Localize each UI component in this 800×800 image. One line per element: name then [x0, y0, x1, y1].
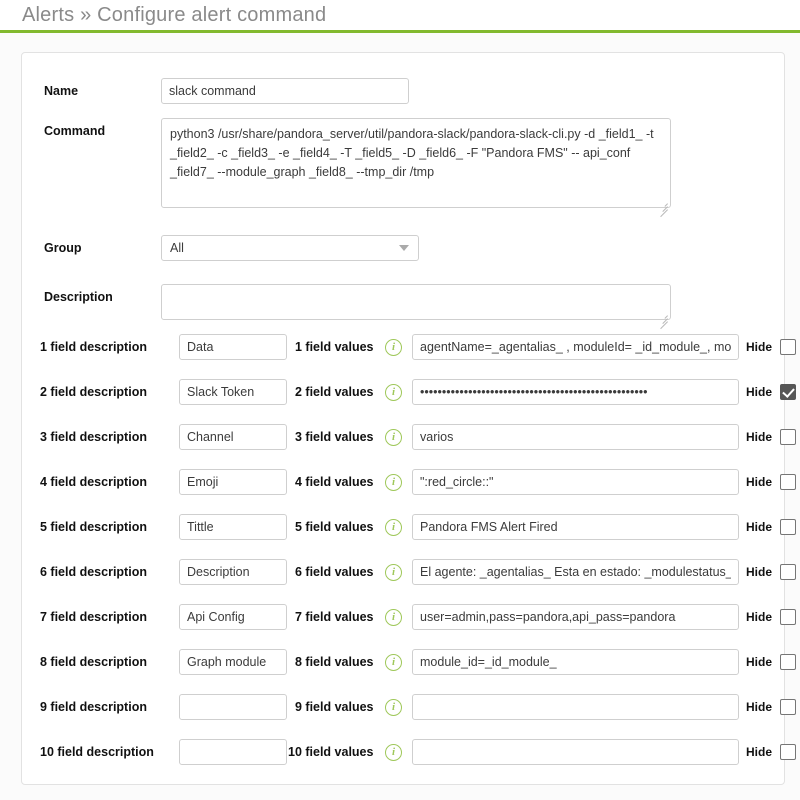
hide-checkbox[interactable] [780, 699, 796, 715]
field-value-input[interactable] [412, 649, 739, 675]
field-description-label: 1 field description [40, 340, 147, 354]
group-label: Group [44, 241, 82, 255]
field-description-label: 3 field description [40, 430, 147, 444]
field-description-label: 7 field description [40, 610, 147, 624]
field-values-label: 7 field values [295, 610, 374, 624]
info-icon[interactable]: i [385, 699, 402, 716]
field-values-label: 10 field values [288, 745, 374, 759]
field-values-label: 2 field values [295, 385, 374, 399]
field-description-label: 4 field description [40, 475, 147, 489]
field-row: 5 field description 5 field values i Hide [40, 514, 796, 544]
name-label: Name [44, 84, 79, 98]
field-row: 7 field description 7 field values i Hide [40, 604, 796, 634]
hide-label: Hide [746, 385, 773, 399]
field-description-input[interactable] [179, 559, 287, 585]
field-values-label: 4 field values [295, 475, 374, 489]
description-row: Description [44, 284, 671, 330]
info-icon[interactable]: i [385, 564, 402, 581]
hide-label: Hide [746, 430, 773, 444]
info-icon[interactable]: i [385, 384, 402, 401]
name-row: Name [44, 78, 409, 104]
info-icon[interactable]: i [385, 654, 402, 671]
hide-checkbox[interactable] [780, 429, 796, 445]
info-icon[interactable]: i [385, 519, 402, 536]
hide-checkbox[interactable] [780, 654, 796, 670]
field-values-label: 3 field values [295, 430, 374, 444]
field-row: 3 field description 3 field values i Hide [40, 424, 796, 454]
field-description-input[interactable] [179, 694, 287, 720]
field-row: 2 field description 2 field values i Hide [40, 379, 796, 409]
field-description-input[interactable] [179, 469, 287, 495]
field-description-label: 8 field description [40, 655, 147, 669]
page-title: Alerts » Configure alert command [22, 3, 327, 26]
field-values-label: 6 field values [295, 565, 374, 579]
field-description-input[interactable] [179, 334, 287, 360]
description-label: Description [44, 290, 113, 304]
field-description-label: 5 field description [40, 520, 147, 534]
page-header: Alerts » Configure alert command [0, 0, 800, 33]
info-icon[interactable]: i [385, 744, 402, 761]
hide-label: Hide [746, 655, 773, 669]
chevron-down-icon [399, 245, 409, 251]
field-values-label: 9 field values [295, 700, 374, 714]
description-textarea-wrap [161, 284, 671, 330]
hide-checkbox[interactable] [780, 744, 796, 760]
field-row: 10 field description 10 field values i Hide [40, 739, 796, 769]
field-value-input[interactable] [412, 424, 739, 450]
field-value-input[interactable] [412, 514, 739, 540]
hide-label: Hide [746, 745, 773, 759]
field-values-label: 1 field values [295, 340, 374, 354]
info-icon[interactable]: i [385, 429, 402, 446]
hide-checkbox[interactable] [780, 519, 796, 535]
hide-checkbox[interactable] [780, 609, 796, 625]
field-values-label: 8 field values [295, 655, 374, 669]
command-textarea[interactable]: python3 /usr/share/pandora_server/util/p… [161, 118, 671, 208]
field-row: 6 field description 6 field values i Hide [40, 559, 796, 589]
name-input[interactable] [161, 78, 409, 104]
field-row: 8 field description 8 field values i Hide [40, 649, 796, 679]
field-value-input[interactable] [412, 694, 739, 720]
field-description-input[interactable] [179, 649, 287, 675]
field-description-input[interactable] [179, 604, 287, 630]
info-icon[interactable]: i [385, 474, 402, 491]
field-description-label: 10 field description [40, 745, 154, 759]
field-description-input[interactable] [179, 424, 287, 450]
field-description-input[interactable] [179, 514, 287, 540]
field-values-label: 5 field values [295, 520, 374, 534]
field-value-input[interactable] [412, 559, 739, 585]
info-icon[interactable]: i [385, 339, 402, 356]
command-label: Command [44, 124, 106, 138]
hide-label: Hide [746, 340, 773, 354]
field-value-input[interactable] [412, 379, 739, 405]
hide-label: Hide [746, 700, 773, 714]
command-row: Command python3 /usr/share/pandora_serve… [44, 118, 671, 218]
command-textarea-wrap: python3 /usr/share/pandora_server/util/p… [161, 118, 671, 218]
group-select-value: All [170, 241, 184, 255]
info-icon[interactable]: i [385, 609, 402, 626]
group-row: Group All [44, 235, 419, 261]
hide-checkbox[interactable] [780, 384, 796, 400]
field-row: 1 field description 1 field values i Hide [40, 334, 796, 364]
field-value-input[interactable] [412, 604, 739, 630]
hide-label: Hide [746, 520, 773, 534]
alert-command-form-card: Name Command python3 /usr/share/pandora_… [21, 52, 796, 785]
field-value-input[interactable] [412, 469, 739, 495]
field-description-label: 9 field description [40, 700, 147, 714]
hide-checkbox[interactable] [780, 564, 796, 580]
group-select[interactable]: All [161, 235, 419, 261]
hide-checkbox[interactable] [780, 339, 796, 355]
field-row: 4 field description 4 field values i Hide [40, 469, 796, 499]
field-value-input[interactable] [412, 334, 739, 360]
field-description-label: 2 field description [40, 385, 147, 399]
field-row: 9 field description 9 field values i Hide [40, 694, 796, 724]
field-description-input[interactable] [179, 379, 287, 405]
hide-label: Hide [746, 475, 773, 489]
description-textarea[interactable] [161, 284, 671, 320]
field-description-label: 6 field description [40, 565, 147, 579]
hide-checkbox[interactable] [780, 474, 796, 490]
field-description-input[interactable] [179, 739, 287, 765]
hide-label: Hide [746, 610, 773, 624]
hide-label: Hide [746, 565, 773, 579]
field-value-input[interactable] [412, 739, 739, 765]
